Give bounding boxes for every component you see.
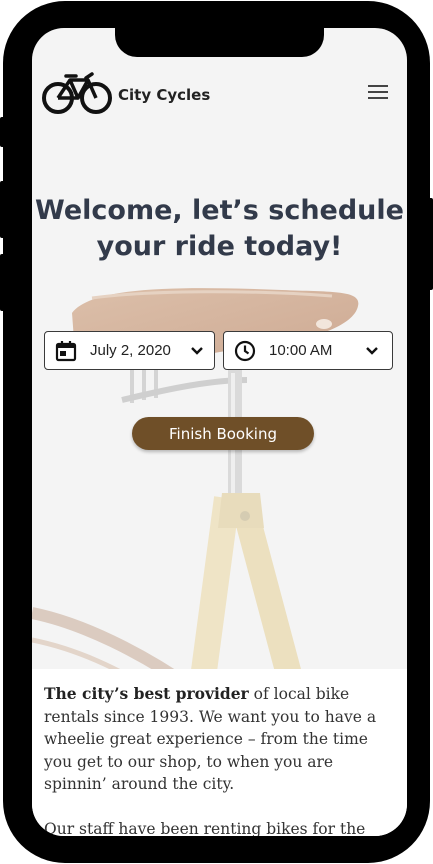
about-section: The city’s best provider of local bike r…: [32, 669, 407, 836]
about-highlight: The city’s best provider: [44, 684, 249, 703]
bicycle-icon[interactable]: [40, 72, 112, 116]
finish-booking-button[interactable]: Finish Booking: [132, 417, 314, 450]
chevron-down-icon: [191, 347, 203, 355]
date-value: July 2, 2020: [90, 342, 171, 359]
phone-frame: City Cycles Welcome, let’s schedule your…: [3, 1, 430, 863]
navbar: City Cycles: [32, 72, 407, 122]
time-select[interactable]: 10:00 AM: [223, 331, 393, 370]
calendar-icon: [55, 341, 77, 362]
hamburger-menu-icon[interactable]: [368, 85, 390, 103]
phone-notch: [115, 28, 324, 57]
page-title: Welcome, let’s schedule your ride today!: [35, 195, 404, 262]
date-select[interactable]: July 2, 2020: [44, 331, 215, 370]
chevron-down-icon: [366, 347, 378, 355]
clock-icon: [234, 340, 256, 362]
about-paragraph-2: Our staff have been renting bikes for th…: [44, 819, 366, 837]
phone-screen: City Cycles Welcome, let’s schedule your…: [32, 28, 407, 836]
brand-name[interactable]: City Cycles: [118, 86, 210, 104]
about-paragraph: The city’s best provider of local bike r…: [44, 683, 395, 796]
time-value: 10:00 AM: [269, 342, 333, 359]
